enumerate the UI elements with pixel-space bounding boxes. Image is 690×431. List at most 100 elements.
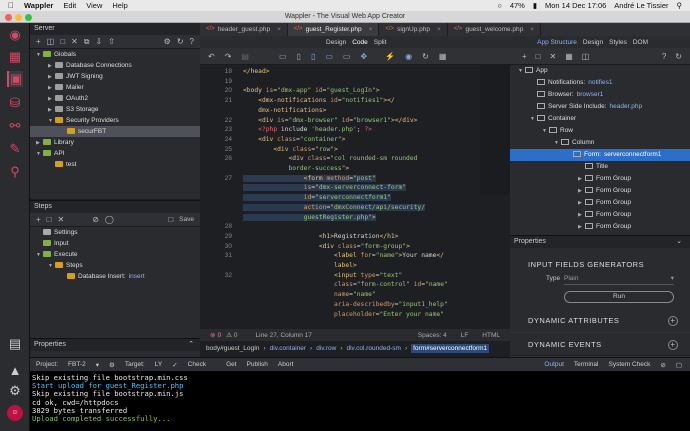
- server-tree-item[interactable]: ▼ Globals: [30, 49, 200, 60]
- code-line[interactable]: <div class="row">: [243, 146, 338, 153]
- code-line[interactable]: <h1>Registration</h1>: [243, 233, 399, 240]
- help-icon[interactable]: ?: [190, 37, 194, 46]
- run-button[interactable]: Run: [564, 291, 674, 303]
- search-icon[interactable]: ⚲: [7, 164, 23, 180]
- code-line[interactable]: guestRegister.php">: [243, 213, 376, 221]
- code-minimap[interactable]: [480, 65, 510, 195]
- structure-item[interactable]: Form: serverconnectform1: [510, 149, 690, 161]
- eol-setting[interactable]: LF: [461, 332, 469, 339]
- help-icon[interactable]: ?: [662, 52, 666, 61]
- phone-view-icon[interactable]: ▯: [311, 52, 315, 61]
- indent-setting[interactable]: Spaces: 4: [418, 332, 447, 339]
- structure-item[interactable]: Notifications: notifies1: [510, 77, 690, 89]
- code-line[interactable]: border-success">: [243, 165, 350, 172]
- menu-app[interactable]: Wappler: [24, 1, 53, 10]
- settings-icon[interactable]: ⚙: [164, 37, 171, 46]
- code-line[interactable]: <div class="container">: [243, 136, 345, 143]
- server-tree-item[interactable]: ▼ Security Providers: [30, 115, 200, 126]
- structure-item[interactable]: Title: [510, 161, 690, 173]
- add-icon[interactable]: +: [36, 37, 41, 46]
- server-tree-item[interactable]: ▶ S3 Storage: [30, 104, 200, 115]
- clock[interactable]: Mon 14 Dec 17:06: [545, 1, 606, 10]
- chevron-down-icon[interactable]: ▼: [518, 65, 525, 77]
- undo-icon[interactable]: ↶: [208, 52, 215, 61]
- code-line[interactable]: label>: [243, 262, 357, 269]
- code-line[interactable]: <dmx-notifications id="notifies1"></: [243, 97, 395, 104]
- refresh-preview-icon[interactable]: ↻: [422, 52, 429, 61]
- structure-icon[interactable]: ▦: [7, 49, 23, 65]
- code-line[interactable]: id="serverconnectform1": [243, 194, 391, 202]
- tab-dom[interactable]: DOM: [633, 39, 648, 46]
- database-icon[interactable]: ⛁: [7, 95, 23, 111]
- connections-icon[interactable]: ⚯: [7, 118, 23, 134]
- structure-item[interactable]: ▼ App: [510, 65, 690, 77]
- preview-icon[interactable]: ◉: [405, 52, 412, 61]
- avatar[interactable]: ☺: [7, 405, 23, 421]
- close-tab-icon[interactable]: ×: [369, 23, 373, 36]
- tab-styles[interactable]: Styles: [609, 39, 627, 46]
- structure-item[interactable]: ▼ Container: [510, 113, 690, 125]
- add-step-icon[interactable]: +: [36, 215, 41, 224]
- minimize-window-button[interactable]: [15, 14, 22, 21]
- chevron-down-icon[interactable]: ▼: [554, 137, 561, 149]
- close-tab-icon[interactable]: ×: [530, 23, 534, 36]
- close-tab-icon[interactable]: ×: [277, 23, 281, 36]
- search-icon[interactable]: ⚲: [677, 1, 683, 10]
- code-line[interactable]: dmx-notifications>: [243, 107, 326, 114]
- warning-icon[interactable]: ⚠: [226, 331, 232, 339]
- duplicate-icon[interactable]: ⧉: [84, 37, 90, 47]
- breadcrumb-item[interactable]: div.col.rounded-sm: [347, 345, 401, 352]
- server-tree-item[interactable]: ▶ Mailer: [30, 82, 200, 93]
- steps-tree-item[interactable]: Database Insert: insert: [30, 271, 200, 282]
- server-connect-icon[interactable]: ▣: [7, 71, 23, 87]
- battery-icon[interactable]: ▮: [533, 1, 537, 10]
- publish-icon[interactable]: ▲: [7, 363, 23, 379]
- redo-icon[interactable]: ↷: [225, 52, 232, 61]
- code-content[interactable]: </head> <body is="dmx-app" id="guest_LogI…: [243, 65, 478, 329]
- structure-item[interactable]: Server Side Include: header.php: [510, 101, 690, 113]
- server-tree-item[interactable]: test: [30, 159, 200, 170]
- code-line[interactable]: <body is="dmx-app" id="guest_LogIn">: [243, 87, 380, 94]
- code-line[interactable]: <div is="dmx-browser" id="browser1"></di…: [243, 117, 417, 124]
- delete-component-icon[interactable]: ✕: [550, 52, 557, 61]
- add-dynamic-attribute-icon[interactable]: +: [668, 316, 678, 326]
- wifi-icon[interactable]: ○: [497, 1, 502, 10]
- user-name[interactable]: André Le Tissier: [614, 1, 668, 10]
- wrap-icon[interactable]: ▦: [565, 52, 573, 61]
- structure-item[interactable]: ▼ Row: [510, 125, 690, 137]
- tab-header-guest-php[interactable]: </> header_guest.php ×: [200, 23, 288, 36]
- design-icon[interactable]: ✎: [7, 141, 23, 157]
- chevron-down-icon[interactable]: ▼: [530, 113, 537, 125]
- code-line[interactable]: <?php include 'header.php'; ?>: [243, 126, 372, 133]
- server-tree-item[interactable]: ▶ JWT Signing: [30, 71, 200, 82]
- gear-icon[interactable]: ⚙: [7, 383, 23, 399]
- structure-item[interactable]: ▼ Column: [510, 137, 690, 149]
- project-tree-icon[interactable]: ◉: [7, 27, 23, 43]
- chevron-down-icon[interactable]: ▼: [542, 125, 549, 137]
- new-folder-icon[interactable]: ◫: [47, 37, 55, 46]
- chevron-down-icon[interactable]: ⌄: [676, 236, 682, 248]
- dynamic-attributes-section[interactable]: DYNAMIC ATTRIBUTES +: [510, 309, 690, 333]
- laptop-view-icon[interactable]: ▭: [325, 52, 333, 61]
- project-select[interactable]: FBT-2: [68, 361, 86, 368]
- tab-app-structure[interactable]: App Structure: [537, 39, 577, 46]
- steps-tree-item[interactable]: Settings: [30, 227, 200, 238]
- move-icon[interactable]: ✥: [360, 52, 367, 61]
- menu-edit[interactable]: Edit: [63, 1, 76, 10]
- language-mode[interactable]: HTML: [482, 332, 500, 339]
- steps-tree-item[interactable]: ▼ Steps: [30, 260, 200, 271]
- breadcrumb-item[interactable]: body#guest_LogIn: [206, 345, 260, 352]
- menu-view[interactable]: View: [86, 1, 102, 10]
- format-icon[interactable]: ▤: [241, 52, 249, 61]
- import-icon[interactable]: ⇩: [96, 37, 103, 46]
- disable-step-icon[interactable]: ⊘: [92, 215, 99, 224]
- monitor-view-icon[interactable]: ▭: [343, 52, 351, 61]
- code-line[interactable]: placeholder="Enter your name": [243, 311, 444, 318]
- code-line[interactable]: class="form-control" id="name": [243, 281, 448, 288]
- breadcrumb-item[interactable]: div.container: [270, 345, 306, 352]
- desktop-view-icon[interactable]: ▭: [279, 52, 287, 61]
- chevron-right-icon[interactable]: ▶: [578, 209, 585, 221]
- code-line[interactable]: <div class="col rounded-sm rounded: [243, 155, 418, 162]
- tab-guest-register-php[interactable]: </> guest_Register.php ×: [287, 23, 380, 36]
- chevron-up-icon[interactable]: ⌃: [188, 339, 194, 351]
